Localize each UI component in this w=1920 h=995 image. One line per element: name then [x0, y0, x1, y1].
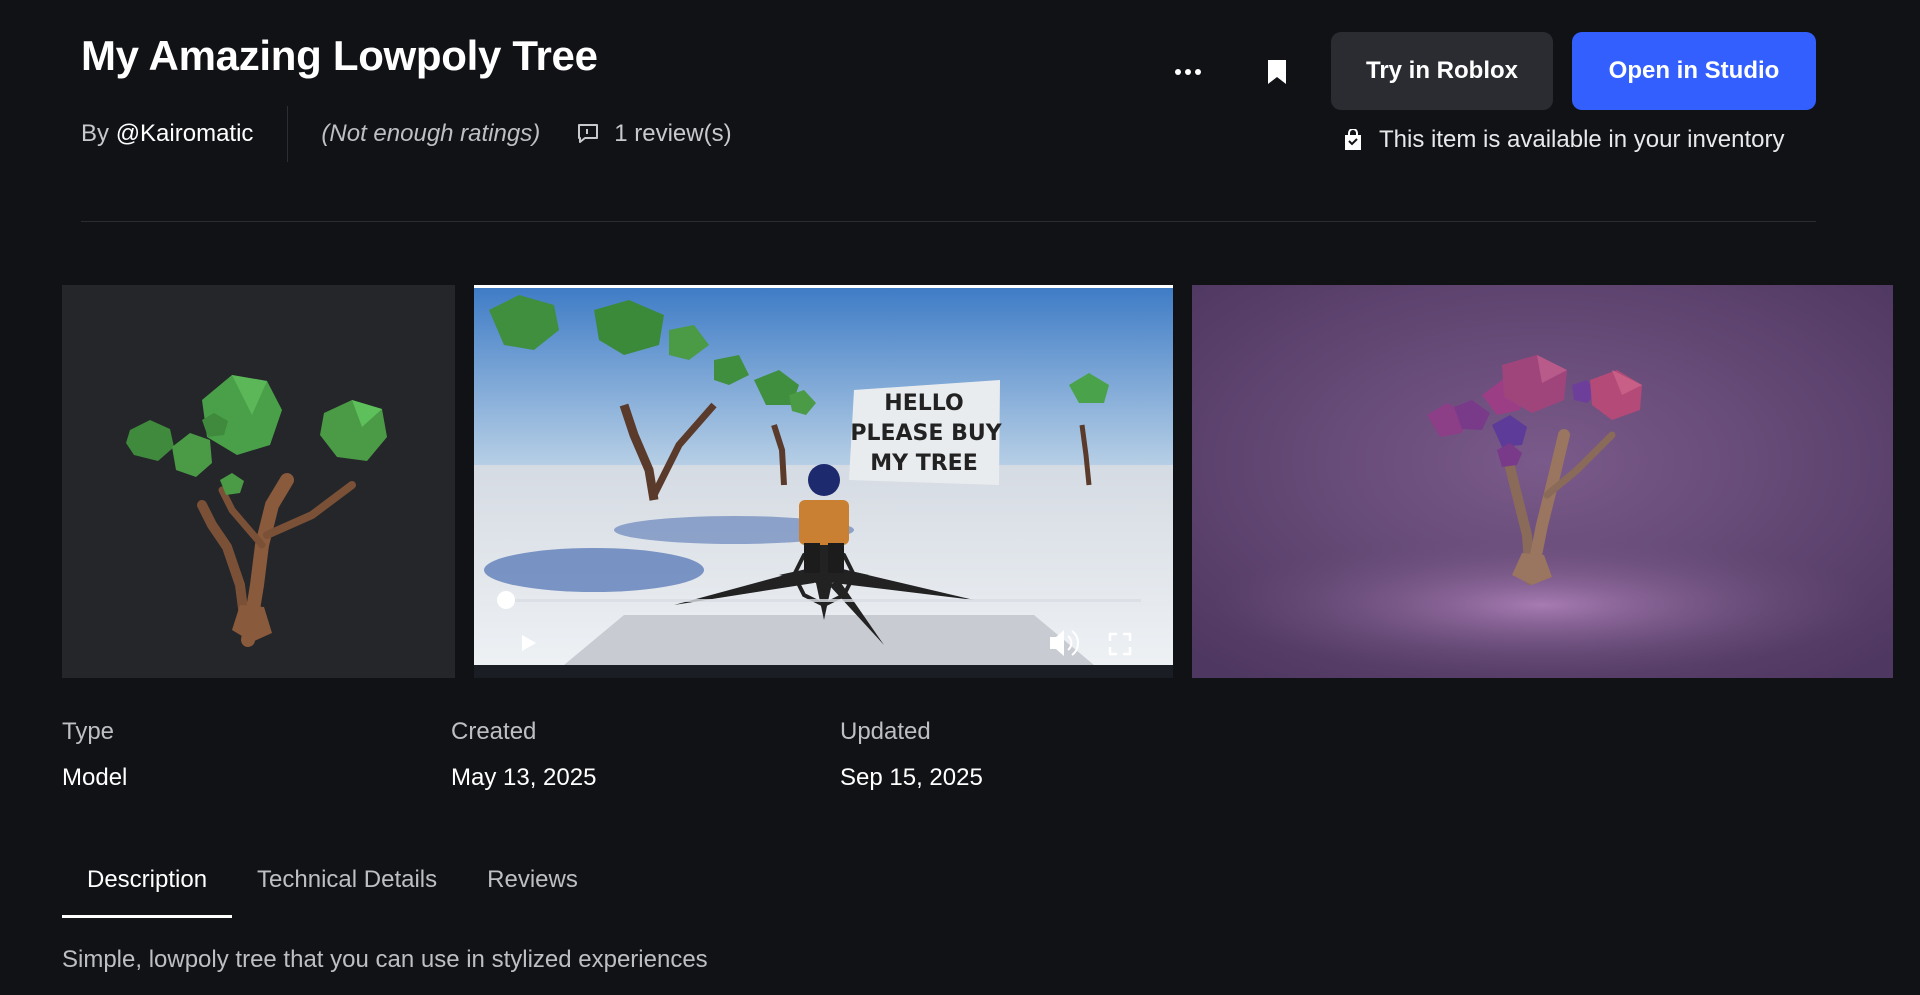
creator-link[interactable]: @Kairomatic	[116, 120, 254, 147]
thumbnail-purple-tree[interactable]	[1192, 285, 1893, 678]
type-value: Model	[62, 764, 128, 791]
updated-value: Sep 15, 2025	[840, 764, 983, 791]
ratings-text: (Not enough ratings)	[321, 120, 541, 147]
detail-type: Type Model	[62, 718, 127, 792]
reviews-link[interactable]: 1 review(s)	[576, 120, 732, 148]
header-divider	[81, 221, 1816, 222]
bookmark-icon	[1268, 60, 1286, 84]
more-options-button[interactable]	[1166, 50, 1210, 94]
created-label: Created	[451, 718, 537, 745]
meta-divider	[287, 106, 289, 162]
video-player[interactable]: HELLO PLEASE BUY MY TREE	[474, 285, 1173, 678]
tab-description[interactable]: Description	[62, 860, 233, 918]
video-frame: HELLO PLEASE BUY MY TREE	[474, 285, 1173, 678]
sign-line-1: HELLO	[884, 391, 963, 416]
ellipsis-icon	[1175, 69, 1201, 75]
description-text: Simple, lowpoly tree that you can use in…	[62, 946, 708, 973]
type-label: Type	[62, 718, 115, 745]
inventory-notice: This item is available in your inventory	[1343, 126, 1785, 154]
bookmark-button[interactable]	[1255, 50, 1299, 94]
open-in-studio-button[interactable]: Open in Studio	[1572, 32, 1816, 110]
thumbnail-green-tree[interactable]	[62, 285, 455, 678]
sign-line-3: MY TREE	[870, 451, 978, 476]
tab-bar: Description Technical Details Reviews	[62, 860, 603, 918]
item-title: My Amazing Lowpoly Tree	[81, 32, 598, 79]
by-prefix: By	[81, 120, 110, 147]
reviews-count: 1 review(s)	[614, 120, 732, 147]
sign-line-2: PLEASE BUY	[850, 421, 1002, 446]
detail-created: Created May 13, 2025	[451, 718, 596, 792]
item-meta: By @Kairomatic (Not enough ratings) 1 re…	[81, 106, 732, 162]
comment-icon	[578, 124, 599, 143]
purple-tree-image	[1192, 285, 1893, 678]
inventory-text: This item is available in your inventory	[1379, 126, 1785, 153]
creator-byline: By @Kairomatic	[81, 120, 253, 148]
try-in-roblox-button[interactable]: Try in Roblox	[1331, 32, 1553, 110]
shopping-bag-icon	[1345, 129, 1361, 150]
tab-technical-details[interactable]: Technical Details	[232, 860, 462, 918]
updated-label: Updated	[840, 718, 931, 745]
detail-updated: Updated Sep 15, 2025	[840, 718, 983, 792]
tab-reviews[interactable]: Reviews	[462, 860, 603, 918]
created-value: May 13, 2025	[451, 764, 597, 791]
green-tree-image	[62, 285, 455, 678]
